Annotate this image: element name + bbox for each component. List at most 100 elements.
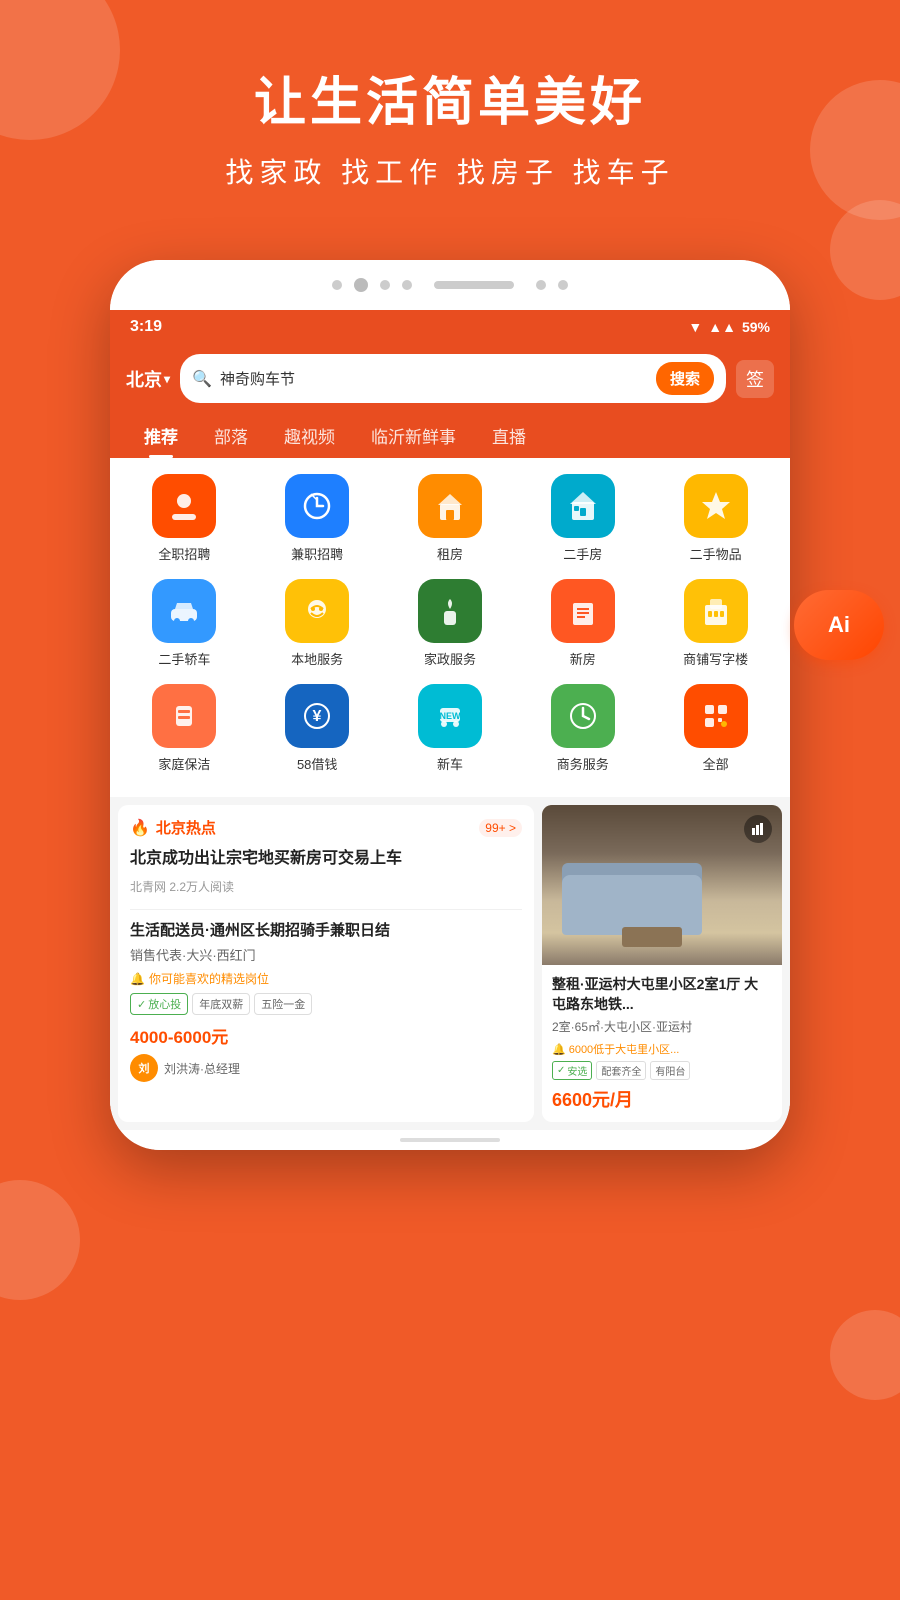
cleaning-icon [152,684,216,748]
city-dropdown-icon: ▾ [164,372,170,386]
all-icon [684,684,748,748]
icon-business[interactable]: 商务服务 [528,684,638,773]
icon-used-car[interactable]: 二手轿车 [129,579,239,668]
icon-secondhand-goods[interactable]: 二手物品 [661,474,771,563]
icons-row-1: 全职招聘 兼职招聘 租房 [110,474,790,563]
parttime-icon [285,474,349,538]
icons-row-2: 二手轿车 本地服务 家政服务 [110,579,790,668]
status-time: 3:19 [130,318,162,336]
new-house-icon [551,579,615,643]
flame-icon: 🔥 [130,818,150,838]
fulltime-label: 全职招聘 [158,544,210,563]
tag-阳台: 有阳台 [650,1061,690,1080]
search-icon: 🔍 [192,369,212,389]
icon-local-service[interactable]: 本地服务 [262,579,372,668]
tab-recommend[interactable]: 推荐 [126,413,196,458]
stats-icon [744,815,772,843]
apt-details: 2室·65㎡·大屯小区·亚运村 [552,1018,772,1035]
job-title[interactable]: 生活配送员·通州区长期招骑手兼职日结 [130,920,522,941]
search-placeholder: 神奇购车节 [220,368,648,389]
local-service-icon [285,579,349,643]
ai-fab-button[interactable]: Ai [794,590,884,660]
secondhand-goods-label: 二手物品 [690,544,742,563]
bg-decoration-5 [830,1310,900,1400]
icon-fulltime[interactable]: 全职招聘 [129,474,239,563]
cleaning-label: 家庭保洁 [158,754,210,773]
apt-title: 整租·亚运村大屯里小区2室1厅 大屯路东地铁... [552,975,772,1014]
navigation-tabs: 推荐 部落 趣视频 临沂新鲜事 直播 [110,413,790,458]
tag-放心投: ✓ 放心投 [130,993,188,1015]
apt-tags: ✓ 安选 配套齐全 有阳台 [552,1061,772,1080]
phone-dot-3 [402,280,412,290]
cards-area: 🔥 北京热点 99+ > 北京成功出让宗宅地买新房可交易上车 北青网 2.2万人… [110,797,790,1130]
tag-配套: 配套齐全 [596,1061,646,1080]
icon-parttime[interactable]: 兼职招聘 [262,474,372,563]
apt-price: 6600元/月 [552,1086,772,1112]
icon-cleaning[interactable]: 家庭保洁 [129,684,239,773]
housekeeping-label: 家政服务 [424,649,476,668]
icon-commercial[interactable]: 商铺写字楼 [661,579,771,668]
status-icons: ▼ ▲▲ 59% [688,319,770,335]
icon-new-car[interactable]: NEW 新车 [395,684,505,773]
secondhand-goods-icon [684,474,748,538]
loan-label: 58借钱 [297,754,337,773]
tab-live[interactable]: 直播 [474,413,544,458]
phone-camera [354,278,368,292]
header-title: 让生活简单美好 [0,60,900,135]
tag-五险: 五险一金 [254,993,312,1015]
used-car-icon [152,579,216,643]
commercial-icon [684,579,748,643]
job-subtitle: 销售代表·大兴·西红门 [130,945,522,964]
city-name: 北京 [126,366,162,392]
icon-all[interactable]: 全部 [661,684,771,773]
job-tags: ✓ 放心投 年底双薪 五险一金 [130,993,522,1015]
secondhand-house-label: 二手房 [563,544,602,563]
check-icon: ✓ [137,998,146,1011]
signal-icon: ▲▲ [708,319,736,335]
tab-community[interactable]: 部落 [196,413,266,458]
rent-icon [418,474,482,538]
rent-label: 租房 [437,544,463,563]
business-icon [551,684,615,748]
tag-安选: ✓ 安选 [552,1061,592,1080]
sign-in-button[interactable]: 签 [736,360,774,398]
phone-dot-5 [558,280,568,290]
news-meta: 北青网 2.2万人阅读 [130,878,522,895]
icon-new-house[interactable]: 新房 [528,579,638,668]
hot-badge: 99+ > [479,819,522,837]
news-title[interactable]: 北京成功出让宗宅地买新房可交易上车 [130,848,522,870]
bg-decoration-4 [0,1180,80,1300]
tab-video[interactable]: 趣视频 [266,413,353,458]
icon-loan[interactable]: ¥ 58借钱 [262,684,372,773]
housekeeping-icon [418,579,482,643]
main-content: 全职招聘 兼职招聘 租房 [110,458,790,1130]
bell-apt-icon: 🔔 [552,1043,566,1056]
phone-bottom [110,1130,790,1150]
search-box[interactable]: 🔍 神奇购车节 搜索 [180,354,726,403]
apartment-card[interactable]: 整租·亚运村大屯里小区2室1厅 大屯路东地铁... 2室·65㎡·大屯小区·亚运… [542,805,782,1122]
job-salary: 4000-6000元 [130,1023,522,1048]
local-service-label: 本地服务 [291,649,343,668]
status-bar: 3:19 ▼ ▲▲ 59% [110,310,790,344]
header-area: 让生活简单美好 找家政 找工作 找房子 找车子 [0,0,900,221]
icon-secondhand-house[interactable]: 二手房 [528,474,638,563]
shield-icon: ✓ [557,1065,565,1076]
business-label: 商务服务 [557,754,609,773]
city-selector[interactable]: 北京 ▾ [126,366,170,392]
new-house-label: 新房 [570,649,596,668]
phone-frame: 3:19 ▼ ▲▲ 59% 北京 ▾ 🔍 神奇购车节 搜索 签 推荐 部落 趣视… [110,260,790,1150]
sofa-shape [562,875,702,935]
apartment-image [542,805,782,965]
icons-row-3: 家庭保洁 ¥ 58借钱 NEW 新车 [110,684,790,773]
all-label: 全部 [703,754,729,773]
fulltime-icon [152,474,216,538]
ai-label: Ai [828,612,850,638]
job-card: 生活配送员·通州区长期招骑手兼职日结 销售代表·大兴·西红门 🔔 你可能喜欢的精… [130,909,522,1082]
search-button[interactable]: 搜索 [656,362,714,395]
icon-rent[interactable]: 租房 [395,474,505,563]
avatar: 刘 [130,1054,158,1082]
tab-local-news[interactable]: 临沂新鲜事 [353,413,474,458]
recruiter-name: 刘洪涛·总经理 [164,1060,240,1077]
icon-housekeeping[interactable]: 家政服务 [395,579,505,668]
apt-alert: 🔔 6000低于大屯里小区... [552,1041,772,1057]
